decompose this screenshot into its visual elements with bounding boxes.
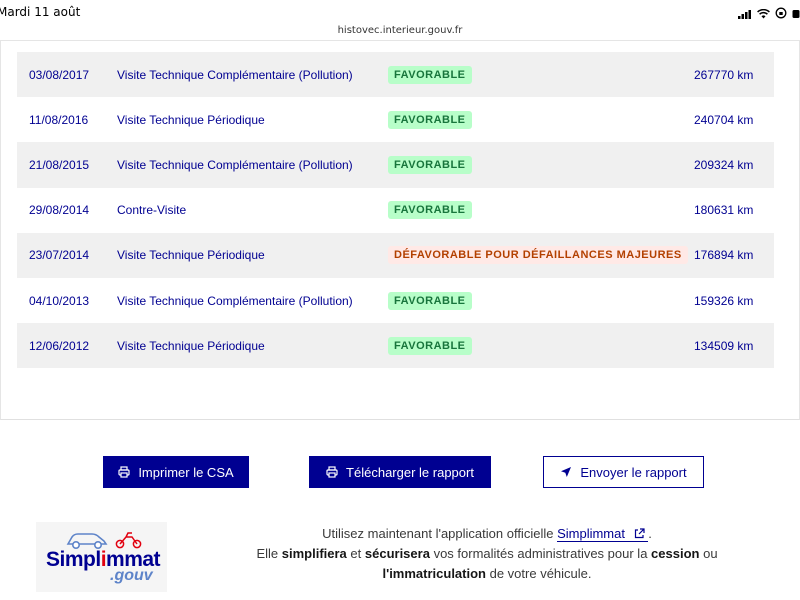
- result-badge: DÉFAVORABLE POUR DÉFAILLANCES MAJEURES: [388, 246, 688, 265]
- result-badge: FAVORABLE: [388, 291, 472, 310]
- mileage: 240704 km: [694, 112, 754, 127]
- table-row: 04/10/2013 Visite Technique Complémentai…: [17, 277, 774, 324]
- table-row: 11/08/2016 Visite Technique Périodique F…: [17, 97, 774, 143]
- result-badge: FAVORABLE: [388, 65, 472, 84]
- table-row: 23/07/2014 Visite Technique Périodique D…: [17, 232, 774, 278]
- inspection-date: 12/06/2012: [29, 338, 90, 353]
- download-report-button[interactable]: Télécharger le rapport: [309, 456, 491, 488]
- table-row: 03/08/2017 Visite Technique Complémentai…: [17, 52, 774, 98]
- inspection-type: Visite Technique Périodique: [117, 112, 265, 127]
- address-bar-url[interactable]: histovec.interieur.gouv.fr: [0, 25, 800, 36]
- promo-line-3: l'immatriculation de votre véhicule.: [382, 566, 592, 581]
- inspection-date: 04/10/2013: [29, 293, 90, 308]
- inspection-type: Visite Technique Complémentaire (Polluti…: [117, 67, 353, 82]
- download-report-label: Télécharger le rapport: [346, 464, 474, 480]
- status-date: Mardi 11 août: [0, 5, 81, 19]
- mileage: 180631 km: [694, 203, 754, 218]
- inspection-date: 23/07/2014: [29, 248, 90, 263]
- inspection-type: Visite Technique Complémentaire (Polluti…: [117, 293, 353, 308]
- inspection-type: Visite Technique Complémentaire (Polluti…: [117, 157, 353, 172]
- inspection-date: 03/08/2017: [29, 67, 90, 82]
- print-csa-label: Imprimer le CSA: [138, 464, 234, 480]
- status-bar: Mardi 11 août histovec.interieur.gouv.fr: [0, 0, 800, 36]
- car-moto-icon: [66, 532, 142, 550]
- inspection-history-card: 03/08/2017 Visite Technique Complémentai…: [0, 41, 800, 420]
- promo-line-2: Elle simplifiera et sécurisera vos forma…: [256, 546, 718, 561]
- table-row: 29/08/2014 Contre-Visite FAVORABLE 18063…: [17, 187, 774, 233]
- inspection-table: 03/08/2017 Visite Technique Complémentai…: [17, 52, 774, 369]
- status-icons: [738, 6, 800, 24]
- table-row: 12/06/2012 Visite Technique Périodique F…: [17, 323, 774, 369]
- inspection-date: 11/08/2016: [29, 112, 89, 127]
- send-report-label: Envoyer le rapport: [580, 464, 687, 480]
- printer-icon: [326, 466, 338, 478]
- wifi-icon: [757, 6, 770, 24]
- simplimmat-logo[interactable]: Simplimmat .gouv: [36, 522, 167, 592]
- result-badge: FAVORABLE: [388, 336, 472, 355]
- inspection-date: 21/08/2015: [29, 157, 90, 172]
- simplimmat-link[interactable]: Simplimmat: [557, 526, 649, 542]
- result-badge: FAVORABLE: [388, 110, 472, 129]
- inspection-type: Visite Technique Périodique: [117, 338, 265, 353]
- orientation-lock-icon: [775, 6, 787, 24]
- inspection-type: Contre-Visite: [117, 203, 187, 218]
- mileage: 267770 km: [694, 67, 754, 82]
- mileage: 176894 km: [694, 248, 754, 263]
- signal-icon: [738, 6, 752, 24]
- print-csa-button[interactable]: Imprimer le CSA: [103, 456, 249, 488]
- result-badge: FAVORABLE: [388, 155, 472, 174]
- promo-text: Utilisez maintenant l'application offici…: [232, 524, 742, 584]
- mileage: 209324 km: [694, 157, 754, 172]
- inspection-date: 29/08/2014: [29, 203, 90, 218]
- logo-subtitle: .gouv: [110, 567, 153, 584]
- send-report-button[interactable]: Envoyer le rapport: [543, 456, 704, 488]
- result-badge: FAVORABLE: [388, 201, 472, 220]
- inspection-type: Visite Technique Périodique: [117, 248, 265, 263]
- mileage: 134509 km: [694, 338, 754, 353]
- promo-line-1: Utilisez maintenant l'application offici…: [322, 526, 652, 542]
- printer-icon: [118, 466, 130, 478]
- battery-icon: [792, 6, 800, 24]
- send-icon: [561, 467, 572, 477]
- mileage: 159326 km: [694, 293, 754, 308]
- external-link-icon: [634, 528, 645, 539]
- table-row: 21/08/2015 Visite Technique Complémentai…: [17, 142, 774, 188]
